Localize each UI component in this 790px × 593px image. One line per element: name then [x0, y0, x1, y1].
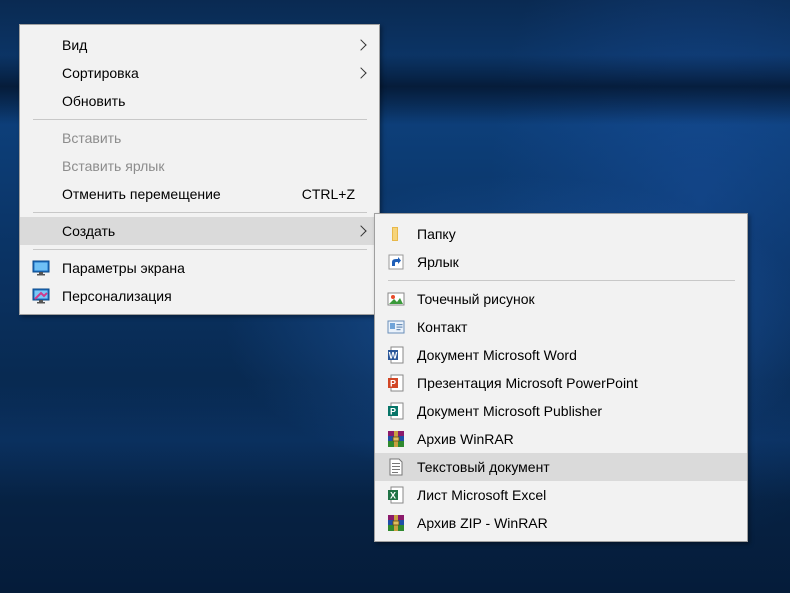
svg-text:X: X: [390, 491, 396, 501]
submenu-item-powerpoint[interactable]: P Презентация Microsoft PowerPoint: [375, 369, 747, 397]
menu-separator: [33, 249, 367, 250]
new-submenu: Папку Ярлык Точечный рисунок Контакт W Д…: [374, 213, 748, 542]
chevron-right-icon: [355, 67, 367, 79]
menu-item-personalization[interactable]: Персонализация: [20, 282, 379, 310]
menu-item-label: Параметры экрана: [62, 260, 185, 276]
display-settings-icon: [32, 260, 50, 276]
submenu-item-label: Документ Microsoft Publisher: [417, 403, 603, 419]
keyboard-shortcut: CTRL+Z: [301, 186, 355, 202]
menu-item-label: Персонализация: [62, 288, 172, 304]
svg-text:P: P: [390, 379, 396, 389]
menu-separator: [33, 119, 367, 120]
menu-item-label: Вставить: [62, 130, 122, 146]
svg-text:P: P: [390, 407, 396, 417]
folder-icon: [392, 227, 398, 241]
menu-item-display-settings[interactable]: Параметры экрана: [20, 254, 379, 282]
menu-separator: [388, 280, 735, 281]
shortcut-icon: [388, 254, 404, 270]
submenu-item-shortcut[interactable]: Ярлык: [375, 248, 747, 276]
personalization-icon: [32, 288, 50, 304]
word-icon: W: [388, 346, 404, 364]
submenu-item-bitmap[interactable]: Точечный рисунок: [375, 285, 747, 313]
text-document-icon: [389, 458, 403, 476]
powerpoint-icon: P: [388, 374, 404, 392]
menu-item-new[interactable]: Создать: [20, 217, 379, 245]
svg-text:W: W: [389, 351, 398, 361]
submenu-item-winrar-zip[interactable]: Архив ZIP - WinRAR: [375, 509, 747, 537]
menu-separator: [33, 212, 367, 213]
submenu-item-publisher[interactable]: P Документ Microsoft Publisher: [375, 397, 747, 425]
submenu-item-label: Лист Microsoft Excel: [417, 487, 547, 503]
submenu-item-label: Презентация Microsoft PowerPoint: [417, 375, 638, 391]
winrar-zip-icon: [388, 515, 404, 531]
submenu-item-label: Архив ZIP - WinRAR: [417, 515, 548, 531]
submenu-item-folder[interactable]: Папку: [375, 220, 747, 248]
menu-item-label: Вставить ярлык: [62, 158, 165, 174]
submenu-item-label: Точечный рисунок: [417, 291, 535, 307]
contact-icon: [387, 320, 405, 334]
chevron-right-icon: [355, 39, 367, 51]
excel-icon: X: [388, 486, 404, 504]
menu-item-paste[interactable]: Вставить: [20, 124, 379, 152]
submenu-item-label: Текстовый документ: [417, 459, 550, 475]
bitmap-icon: [387, 292, 405, 306]
submenu-item-contact[interactable]: Контакт: [375, 313, 747, 341]
submenu-item-label: Архив WinRAR: [417, 431, 514, 447]
submenu-item-label: Документ Microsoft Word: [417, 347, 577, 363]
submenu-item-text-document[interactable]: Текстовый документ: [375, 453, 747, 481]
submenu-item-label: Ярлык: [417, 254, 459, 270]
submenu-item-label: Папку: [417, 226, 456, 242]
menu-item-label: Вид: [62, 37, 88, 53]
publisher-icon: P: [388, 402, 404, 420]
submenu-item-excel[interactable]: X Лист Microsoft Excel: [375, 481, 747, 509]
submenu-item-label: Контакт: [417, 319, 468, 335]
submenu-item-winrar[interactable]: Архив WinRAR: [375, 425, 747, 453]
winrar-icon: [388, 431, 404, 447]
menu-item-paste-shortcut[interactable]: Вставить ярлык: [20, 152, 379, 180]
menu-item-label: Отменить перемещение: [62, 186, 221, 202]
submenu-item-word[interactable]: W Документ Microsoft Word: [375, 341, 747, 369]
menu-item-refresh[interactable]: Обновить: [20, 87, 379, 115]
chevron-right-icon: [355, 225, 367, 237]
menu-item-label: Сортировка: [62, 65, 139, 81]
menu-item-label: Создать: [62, 223, 116, 239]
menu-item-label: Обновить: [62, 93, 126, 109]
desktop-context-menu: Вид Сортировка Обновить Вставить Вставит…: [19, 24, 380, 315]
menu-item-undo-move[interactable]: Отменить перемещение CTRL+Z: [20, 180, 379, 208]
menu-item-view[interactable]: Вид: [20, 31, 379, 59]
menu-item-sort[interactable]: Сортировка: [20, 59, 379, 87]
